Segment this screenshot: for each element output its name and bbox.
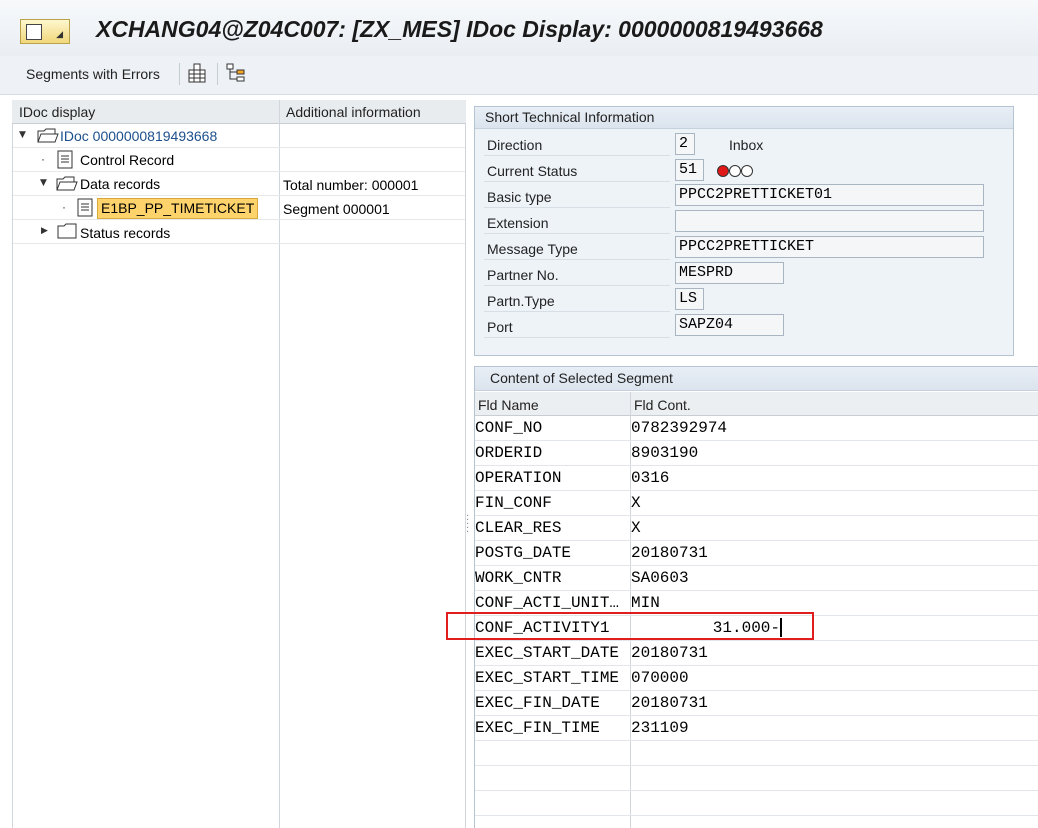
direction-text: Inbox bbox=[729, 137, 764, 153]
field-content-cell: 0782392974 bbox=[631, 419, 728, 437]
tree-node-data-records[interactable]: Data records bbox=[80, 176, 160, 192]
partner-no-label: Partner No. bbox=[487, 267, 559, 283]
field-name-cell: FIN_CONF bbox=[475, 494, 552, 512]
folder-icon bbox=[57, 223, 77, 239]
field-content-cell: X bbox=[631, 519, 641, 537]
port-field[interactable]: SAPZ04 bbox=[675, 314, 784, 336]
col-header-additional-info[interactable]: Additional information bbox=[286, 104, 421, 120]
segments-with-errors-button[interactable]: Segments with Errors bbox=[26, 66, 160, 82]
field-name-cell: EXEC_START_DATE bbox=[475, 644, 620, 662]
message-type-label: Message Type bbox=[487, 241, 578, 257]
field-name-cell: ORDERID bbox=[475, 444, 543, 462]
field-content-cell: 20180731 bbox=[631, 694, 708, 712]
system-menu-icon[interactable]: ◢ bbox=[20, 19, 70, 44]
basic-type-label: Basic type bbox=[487, 189, 552, 205]
splitter-handle[interactable]: · · · · · bbox=[466, 512, 469, 538]
panel-title: Short Technical Information bbox=[485, 109, 655, 125]
expand-arrow-icon[interactable]: ▼ bbox=[40, 178, 47, 188]
expand-arrow-icon[interactable]: ▼ bbox=[19, 130, 26, 140]
document-icon bbox=[77, 198, 93, 217]
current-status-label: Current Status bbox=[487, 163, 578, 179]
field-content-cell: SA0603 bbox=[631, 569, 689, 587]
extension-field[interactable] bbox=[675, 210, 984, 232]
basic-type-field[interactable]: PPCC2PRETTICKET01 bbox=[675, 184, 984, 206]
folder-open-icon bbox=[56, 176, 78, 191]
document-icon bbox=[57, 150, 73, 169]
tree-node-control-record[interactable]: Control Record bbox=[80, 152, 174, 168]
direction-field[interactable]: 2 bbox=[675, 133, 695, 155]
field-name-cell: EXEC_FIN_DATE bbox=[475, 694, 600, 712]
partner-no-field[interactable]: MESPRD bbox=[675, 262, 784, 284]
field-content-cell: 20180731 bbox=[631, 544, 708, 562]
folder-open-icon bbox=[37, 128, 59, 143]
field-content-cell: 20180731 bbox=[631, 644, 708, 662]
hierarchy-icon[interactable] bbox=[225, 62, 247, 89]
leaf-bullet-icon: · bbox=[62, 200, 66, 214]
current-status-field[interactable]: 51 bbox=[675, 159, 704, 181]
col-header-field-name[interactable]: Fld Name bbox=[478, 397, 539, 413]
table-row[interactable] bbox=[475, 491, 1038, 516]
leaf-bullet-icon: · bbox=[41, 152, 45, 166]
field-name-cell: CONF_NO bbox=[475, 419, 543, 437]
field-name-cell: EXEC_START_TIME bbox=[475, 669, 620, 687]
tree-node-segment-selected[interactable]: E1BP_PP_TIMETICKET bbox=[97, 198, 259, 219]
field-name-cell: POSTG_DATE bbox=[475, 544, 572, 562]
partner-type-label: Partn.Type bbox=[487, 293, 555, 309]
tree-node-idoc[interactable]: IDoc 0000000819493668 bbox=[60, 128, 217, 144]
table-row-empty bbox=[475, 766, 1038, 791]
direction-label: Direction bbox=[487, 137, 543, 153]
field-name-cell: OPERATION bbox=[475, 469, 562, 487]
collapse-arrow-icon[interactable]: ▶ bbox=[41, 226, 48, 236]
segment-table-header bbox=[475, 392, 1038, 416]
field-content-cell: 8903190 bbox=[631, 444, 699, 462]
col-header-field-content[interactable]: Fld Cont. bbox=[634, 397, 691, 413]
field-name-cell: WORK_CNTR bbox=[475, 569, 562, 587]
text-cursor bbox=[780, 618, 782, 637]
port-label: Port bbox=[487, 319, 513, 335]
field-content-cell: 231109 bbox=[631, 719, 689, 737]
field-content-cell: 070000 bbox=[631, 669, 689, 687]
grid-icon[interactable] bbox=[186, 62, 208, 89]
tree-node-status-records[interactable]: Status records bbox=[80, 225, 170, 241]
status-traffic-light-icon bbox=[716, 164, 756, 178]
table-row[interactable] bbox=[475, 416, 1038, 441]
toolbar-separator bbox=[217, 63, 218, 85]
window-title: XCHANG04@Z04C007: [ZX_MES] IDoc Display:… bbox=[96, 16, 823, 42]
message-type-field[interactable]: PPCC2PRETTICKET bbox=[675, 236, 984, 258]
tree-info-segment: Segment 000001 bbox=[283, 201, 390, 217]
table-row[interactable] bbox=[475, 441, 1038, 466]
extension-label: Extension bbox=[487, 215, 549, 231]
table-row-empty bbox=[475, 741, 1038, 766]
field-content-cell: X bbox=[631, 494, 641, 512]
partner-type-field[interactable]: LS bbox=[675, 288, 704, 310]
panel-title: Content of Selected Segment bbox=[490, 370, 673, 386]
field-content-cell: MIN bbox=[631, 594, 660, 612]
table-row-empty bbox=[475, 791, 1038, 816]
toolbar-separator bbox=[179, 63, 180, 85]
col-header-idoc-display[interactable]: IDoc display bbox=[19, 104, 95, 120]
field-name-cell: CLEAR_RES bbox=[475, 519, 562, 537]
field-name-cell: EXEC_FIN_TIME bbox=[475, 719, 600, 737]
highlight-annotation bbox=[446, 612, 814, 640]
tree-info-total-number: Total number: 000001 bbox=[283, 177, 419, 193]
field-content-cell: 0316 bbox=[631, 469, 670, 487]
field-name-cell: CONF_ACTI_UNIT… bbox=[475, 594, 620, 612]
